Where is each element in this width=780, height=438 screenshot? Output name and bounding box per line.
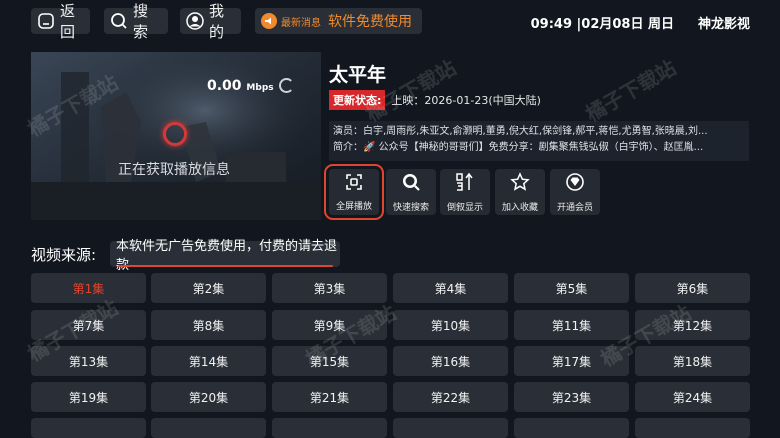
top-bar: 返回 搜索 我的 最新消息 软件免费使用 09:49 |02月08日 周日 神龙… xyxy=(0,0,780,42)
loading-ring-icon xyxy=(163,122,187,146)
megaphone-icon xyxy=(261,13,277,29)
watermark: 橘子下载站 xyxy=(581,55,681,127)
episode-button[interactable]: 第21集 xyxy=(272,382,387,412)
sort-icon xyxy=(455,172,475,196)
episode-button[interactable]: 第19集 xyxy=(31,382,146,412)
speed-value: 0.00 xyxy=(207,78,242,94)
source-notice: 本软件无广告免费使用，付费的请去退款 xyxy=(116,239,338,273)
update-badge: 更新状态: xyxy=(329,90,386,110)
release-date: 上映：2026-01-23(中国大陆) xyxy=(391,94,541,107)
episode-button[interactable]: 第8集 xyxy=(151,310,266,340)
notice-text: 软件免费使用 xyxy=(328,14,412,30)
loading-text: 正在获取播放信息 xyxy=(118,162,230,178)
update-row: 更新状态: 上映：2026-01-23(中国大陆) xyxy=(329,90,541,110)
fullscreen-label: 全屏播放 xyxy=(335,201,372,212)
home-icon xyxy=(37,12,55,30)
episode-button[interactable]: 第1集 xyxy=(31,273,146,303)
star-icon xyxy=(510,171,530,196)
reverse-order-button[interactable]: 倒叙显示 xyxy=(440,169,490,215)
episode-button[interactable]: 第17集 xyxy=(514,346,629,376)
notice-bar[interactable]: 最新消息 软件免费使用 xyxy=(255,8,422,34)
speed-unit: Mbps xyxy=(246,83,274,93)
episode-button[interactable]: 第10集 xyxy=(393,310,508,340)
video-player[interactable]: 0.00 Mbps 正在获取播放信息 xyxy=(31,52,321,220)
brand-name: 神龙影视 xyxy=(697,17,750,32)
intro-line: 简介：🚀 公众号【神秘的哥哥们】免费分享：剧集聚焦钱弘俶（白宇饰）、赵匡胤... xyxy=(333,142,704,153)
search-button[interactable]: 搜索 xyxy=(104,2,168,41)
description-box: 演员：白宇,周雨彤,朱亚文,俞灏明,董勇,倪大红,保剑锋,郝平,蒋恺,尤勇智,张… xyxy=(329,121,749,161)
episode-button[interactable]: 第13集 xyxy=(31,346,146,376)
episode-button[interactable]: 第16集 xyxy=(393,346,508,376)
episode-button[interactable]: 第11集 xyxy=(514,310,629,340)
quick-search-label: 快速搜索 xyxy=(392,202,429,213)
favorite-button[interactable]: 加入收藏 xyxy=(495,169,545,215)
reverse-order-label: 倒叙显示 xyxy=(446,202,483,213)
episode-button[interactable]: 第22集 xyxy=(393,382,508,412)
fullscreen-icon xyxy=(345,173,363,195)
favorite-label: 加入收藏 xyxy=(501,202,538,213)
search-icon xyxy=(401,172,421,196)
episode-button[interactable]: 第12集 xyxy=(635,310,750,340)
episode-button[interactable]: 第14集 xyxy=(151,346,266,376)
episode-button-partial[interactable] xyxy=(272,418,387,438)
episode-button-partial[interactable] xyxy=(31,418,146,438)
source-label: 视频来源: xyxy=(31,246,97,264)
network-speed: 0.00 Mbps xyxy=(207,78,274,94)
loading-spinner-icon xyxy=(279,78,294,93)
episode-button-partial[interactable] xyxy=(393,418,508,438)
search-label: 搜索 xyxy=(133,2,149,41)
episode-button[interactable]: 第5集 xyxy=(514,273,629,303)
back-label: 返回 xyxy=(60,2,76,41)
notice-tag: 最新消息 xyxy=(281,17,321,29)
fullscreen-button[interactable]: 全屏播放 xyxy=(324,164,384,220)
cast-line: 演员：白宇,周雨彤,朱亚文,俞灏明,董勇,倪大红,保剑锋,郝平,蒋恺,尤勇智,张… xyxy=(333,126,708,137)
episode-button[interactable]: 第4集 xyxy=(393,273,508,303)
episode-button[interactable]: 第7集 xyxy=(31,310,146,340)
back-button[interactable]: 返回 xyxy=(31,2,90,41)
mine-button[interactable]: 我的 xyxy=(180,2,241,41)
search-icon xyxy=(110,12,128,30)
source-underline xyxy=(118,265,333,267)
user-icon xyxy=(186,12,204,30)
mine-label: 我的 xyxy=(209,2,225,41)
vip-button[interactable]: 开通会员 xyxy=(550,169,600,215)
vip-label: 开通会员 xyxy=(556,202,593,213)
episode-button[interactable]: 第18集 xyxy=(635,346,750,376)
vip-icon xyxy=(565,172,585,196)
episode-button-partial[interactable] xyxy=(151,418,266,438)
quick-search-button[interactable]: 快速搜索 xyxy=(386,169,436,215)
episode-button[interactable]: 第6集 xyxy=(635,273,750,303)
episode-button[interactable]: 第24集 xyxy=(635,382,750,412)
episode-button[interactable]: 第23集 xyxy=(514,382,629,412)
episode-button-partial[interactable] xyxy=(635,418,750,438)
video-title: 太平年 xyxy=(329,64,387,86)
episode-button-partial[interactable] xyxy=(514,418,629,438)
datetime: 09:49 |02月08日 周日 xyxy=(530,17,674,32)
episode-button[interactable]: 第3集 xyxy=(272,273,387,303)
episode-button[interactable]: 第9集 xyxy=(272,310,387,340)
source-selector[interactable]: 本软件无广告免费使用，付费的请去退款 xyxy=(110,239,340,273)
episode-button[interactable]: 第2集 xyxy=(151,273,266,303)
episode-button[interactable]: 第20集 xyxy=(151,382,266,412)
episode-button[interactable]: 第15集 xyxy=(272,346,387,376)
